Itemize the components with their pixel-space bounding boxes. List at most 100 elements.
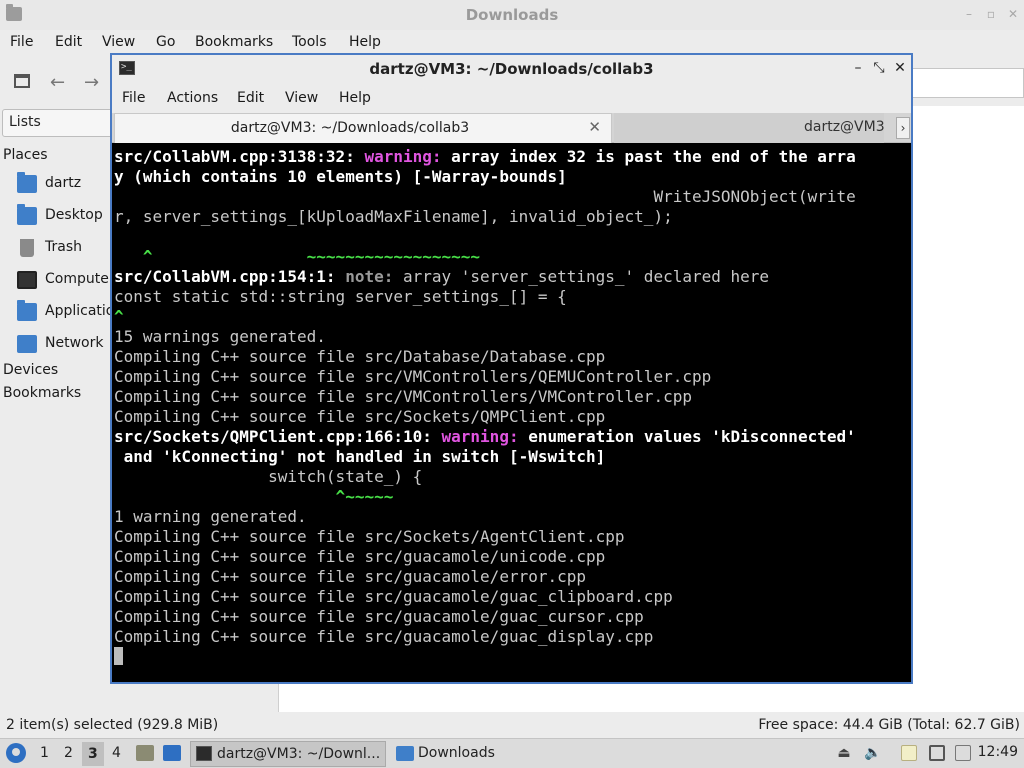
sidebar-item-applications[interactable]: Applications <box>0 298 131 328</box>
close-button[interactable]: ✕ <box>1006 7 1020 21</box>
clipboard-icon[interactable] <box>901 745 917 761</box>
terminal-line: y (which contains 10 elements) [-Warray-… <box>114 167 856 187</box>
menu-help[interactable]: Help <box>349 34 381 50</box>
computer-icon <box>17 271 37 289</box>
terminal-line: ^ <box>114 307 856 327</box>
terminal-prompt-line <box>114 647 856 667</box>
show-desktop-icon[interactable] <box>163 745 181 761</box>
terminal-titlebar[interactable]: >_ dartz@VM3: ~/Downloads/collab3 – ⤡ ✕ <box>112 55 911 83</box>
minimize-button[interactable]: – <box>962 7 976 21</box>
back-arrow-icon[interactable]: ← <box>50 72 65 93</box>
terminal-text: Compiling C++ source file src/Sockets/Ag… <box>114 527 625 546</box>
terminal-line: switch(state_) { <box>114 467 856 487</box>
close-tab-icon[interactable]: ✕ <box>588 118 601 136</box>
forward-arrow-icon[interactable]: → <box>84 72 99 93</box>
clock[interactable]: 12:49 <box>978 744 1018 760</box>
task-terminal[interactable]: dartz@VM3: ~/Downl... <box>190 741 386 767</box>
terminal-line: Compiling C++ source file src/guacamole/… <box>114 567 856 587</box>
menu-view[interactable]: View <box>102 34 135 50</box>
file-manager-titlebar[interactable]: Downloads – ▫ ✕ <box>0 0 1024 30</box>
terminal-line: src/Sockets/QMPClient.cpp:166:10: warnin… <box>114 427 856 447</box>
devices-heading: Devices <box>3 362 59 378</box>
terminal-text: src/CollabVM.cpp:154:1: <box>114 267 346 286</box>
workspace-1[interactable]: 1 <box>40 745 49 761</box>
menu-bookmarks[interactable]: Bookmarks <box>195 34 273 50</box>
chevron-right-icon[interactable]: › <box>896 117 910 139</box>
terminal-line: Compiling C++ source file src/guacamole/… <box>114 607 856 627</box>
terminal-text: Compiling C++ source file src/guacamole/… <box>114 627 654 646</box>
update-notifier-icon[interactable] <box>955 745 971 761</box>
menu-help[interactable]: Help <box>339 90 371 106</box>
desktop-screen: Downloads – ▫ ✕ File Edit View Go Bookma… <box>0 0 1024 768</box>
terminal-line: Compiling C++ source file src/Sockets/QM… <box>114 407 856 427</box>
tab-label: dartz@VM3: ~/Downloads/collab3 <box>230 120 470 136</box>
sidebar-item-dartz[interactable]: dartz <box>0 170 115 200</box>
start-menu-icon[interactable] <box>6 743 26 763</box>
selection-status: 2 item(s) selected (929.8 MiB) <box>6 717 219 733</box>
terminal-line: and 'kConnecting' not handled in switch … <box>114 447 856 467</box>
menu-edit[interactable]: Edit <box>55 34 82 50</box>
terminal-line: Compiling C++ source file src/Sockets/Ag… <box>114 527 856 547</box>
task-downloads[interactable]: Downloads <box>392 741 542 767</box>
status-bar: 2 item(s) selected (929.8 MiB) Free spac… <box>0 712 1024 738</box>
sidebar-item-desktop[interactable]: Desktop <box>0 202 115 232</box>
file-manager-launcher-icon[interactable] <box>136 745 154 761</box>
terminal-text: Compiling C++ source file src/VMControll… <box>114 387 692 406</box>
terminal-line: Compiling C++ source file src/VMControll… <box>114 387 856 407</box>
sidebar-item-network[interactable]: Network <box>0 330 115 360</box>
places-heading: Places <box>3 147 48 163</box>
terminal-text: src/Sockets/QMPClient.cpp:166:10: <box>114 427 442 446</box>
sidebar-item-label: Computer <box>45 271 115 287</box>
terminal-line: Compiling C++ source file src/guacamole/… <box>114 627 856 647</box>
sidebar-item-trash[interactable]: Trash <box>0 234 115 264</box>
sidebar-item-computer[interactable]: Computer <box>0 266 115 296</box>
volume-icon[interactable]: 🔈 <box>864 745 881 761</box>
workspace-3[interactable]: 3 <box>82 742 104 766</box>
tab-second[interactable]: dartz@VM3 <box>614 113 884 143</box>
sidebar-item-label: Trash <box>45 239 82 255</box>
terminal-cursor <box>114 647 123 665</box>
terminal-text: 1 warning generated. <box>114 507 307 526</box>
terminal-text: Compiling C++ source file src/Sockets/QM… <box>114 407 606 426</box>
new-tab-icon[interactable] <box>14 74 30 88</box>
terminal-text: Compiling C++ source file src/guacamole/… <box>114 607 644 626</box>
location-bar[interactable] <box>900 68 1024 98</box>
menu-edit[interactable]: Edit <box>237 90 264 106</box>
terminal-text: WriteJSONObject(write <box>114 187 856 206</box>
terminal-window[interactable]: >_ dartz@VM3: ~/Downloads/collab3 – ⤡ ✕ … <box>110 53 913 684</box>
close-button[interactable]: ✕ <box>892 60 908 76</box>
terminal-output[interactable]: src/CollabVM.cpp:3138:32: warning: array… <box>112 144 911 682</box>
restore-button[interactable]: ⤡ <box>871 60 887 76</box>
terminal-line: const static std::string server_settings… <box>114 287 856 307</box>
terminal-text: src/CollabVM.cpp:3138:32: <box>114 147 365 166</box>
menu-view[interactable]: View <box>285 90 318 106</box>
task-label: Downloads <box>418 745 495 761</box>
sidebar-mode-select[interactable]: Lists <box>2 109 122 137</box>
eject-icon[interactable]: ⏏ <box>836 745 852 761</box>
menu-tools[interactable]: Tools <box>292 34 327 50</box>
menu-actions[interactable]: Actions <box>167 90 218 106</box>
terminal-line: Compiling C++ source file src/guacamole/… <box>114 587 856 607</box>
applications-icon <box>17 300 37 321</box>
terminal-text: Compiling C++ source file src/VMControll… <box>114 367 712 386</box>
menu-file[interactable]: File <box>10 34 33 50</box>
workspace-2[interactable]: 2 <box>64 745 73 761</box>
menu-file[interactable]: File <box>122 90 145 106</box>
terminal-line: WriteJSONObject(write <box>114 187 856 207</box>
maximize-button[interactable]: ▫ <box>984 7 998 21</box>
network-status-icon[interactable] <box>929 745 945 761</box>
terminal-text: warning: <box>441 427 529 446</box>
workspace-4[interactable]: 4 <box>112 745 121 761</box>
terminal-lines: src/CollabVM.cpp:3138:32: warning: array… <box>114 147 856 667</box>
terminal-text: ^ <box>114 247 153 266</box>
tab-collab3[interactable]: dartz@VM3: ~/Downloads/collab3 ✕ <box>114 113 612 143</box>
menu-go[interactable]: Go <box>156 34 175 50</box>
terminal-text: and 'kConnecting' not handled in switch … <box>114 447 606 466</box>
tab-label: dartz@VM3 <box>804 119 884 135</box>
home-folder-icon <box>17 172 37 193</box>
terminal-title: dartz@VM3: ~/Downloads/collab3 <box>369 60 654 78</box>
minimize-button[interactable]: – <box>850 60 866 76</box>
terminal-text: array 'server_settings_' declared here <box>402 267 770 286</box>
sidebar-mode-label: Lists <box>9 114 41 130</box>
